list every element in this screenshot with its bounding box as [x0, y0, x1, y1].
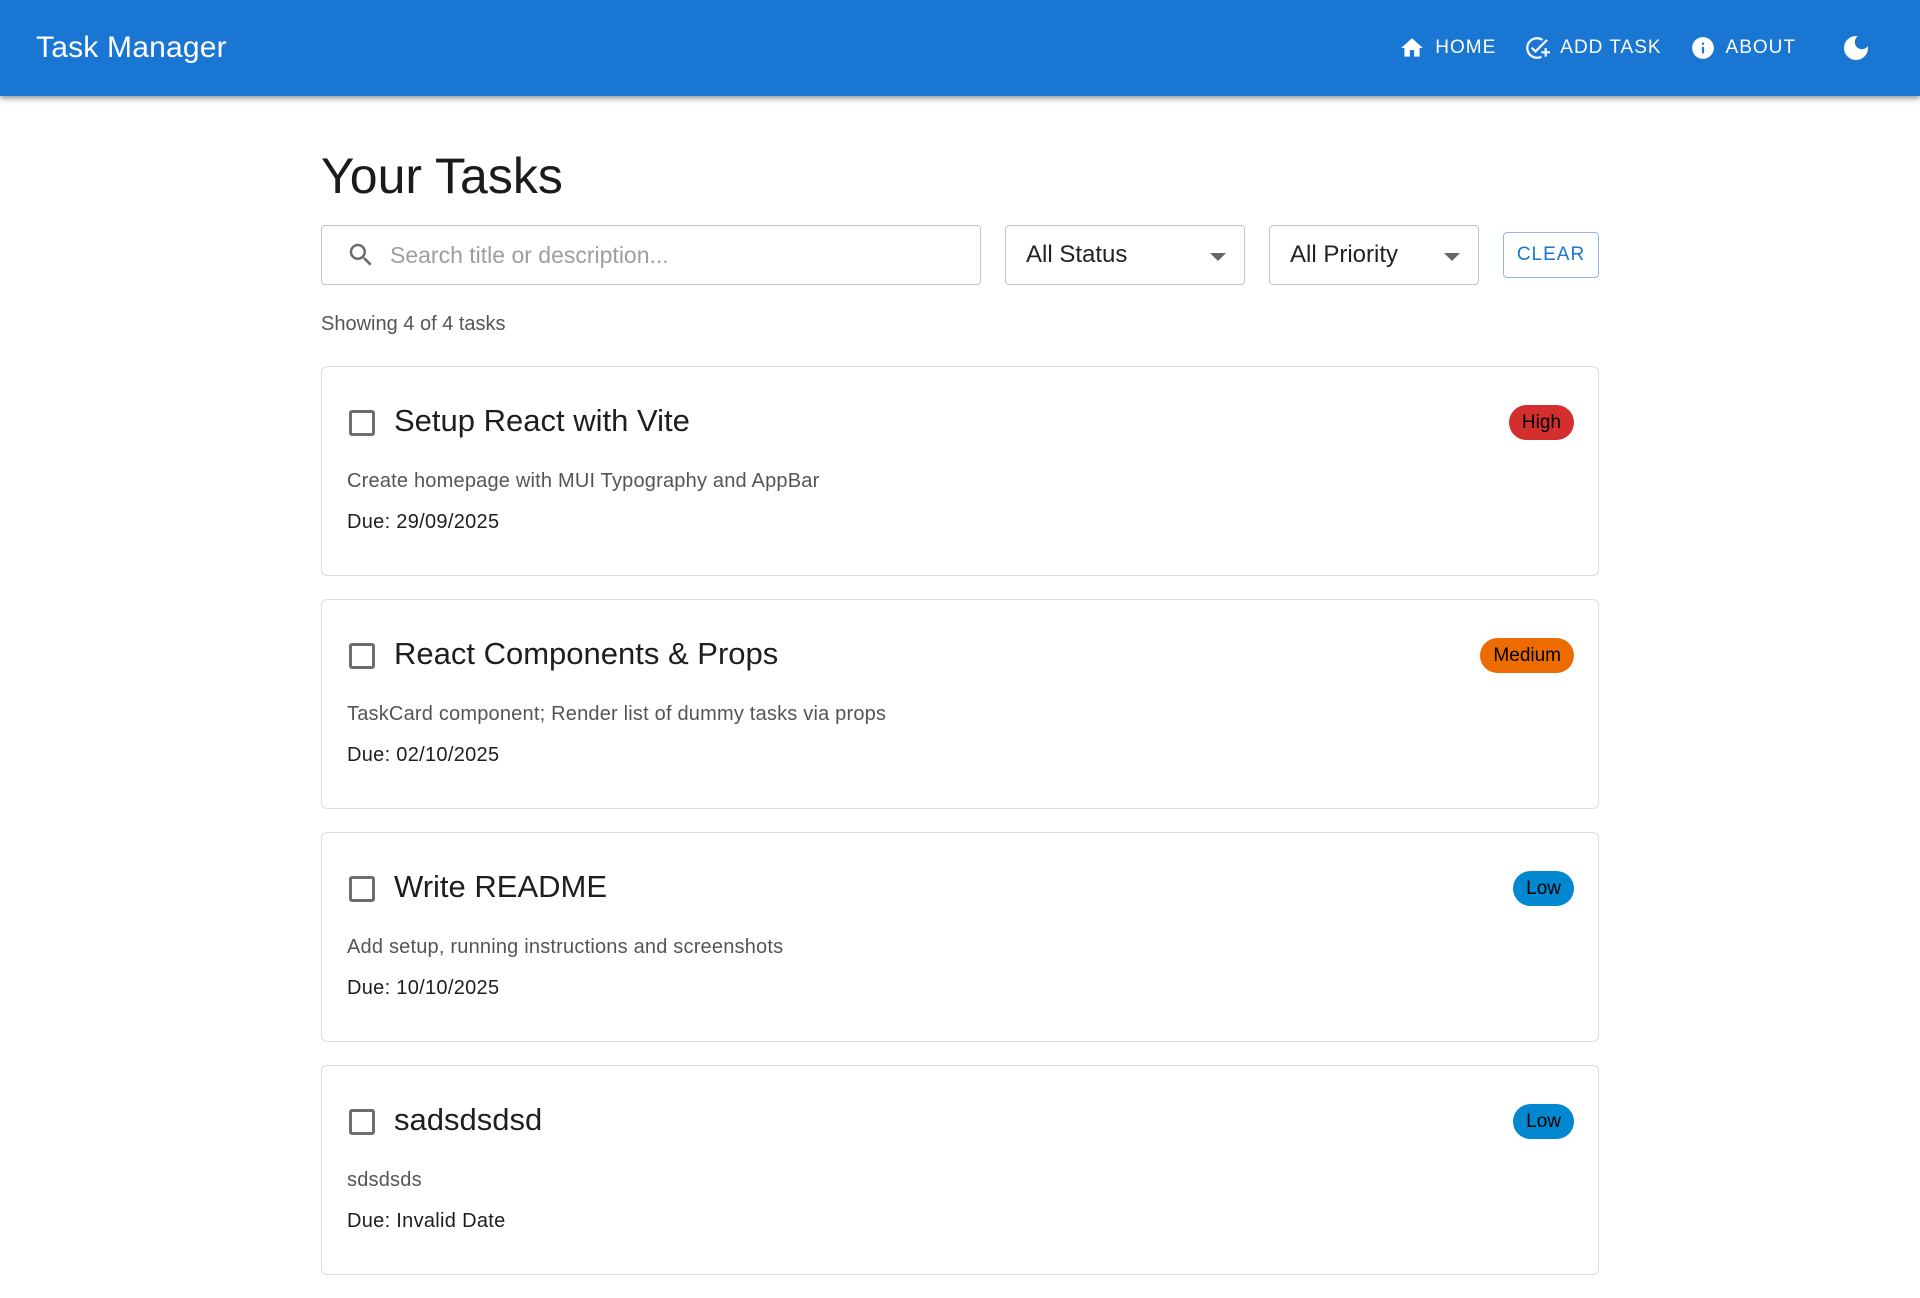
- home-icon: [1401, 38, 1424, 57]
- filter-bar: All Status All Priority CLEAR: [321, 225, 1599, 285]
- dark-mode-icon: [1844, 36, 1868, 60]
- priority-badge: Low: [1513, 871, 1574, 906]
- priority-select-value: All Priority: [1290, 241, 1399, 268]
- info-icon: [1691, 37, 1714, 59]
- search-input[interactable]: [390, 241, 950, 269]
- task-description: Create homepage with MUI Typography and …: [347, 470, 820, 492]
- task-card: Setup React with Vite High Create homepa…: [321, 366, 1599, 576]
- nav-about-button[interactable]: ABOUT: [1678, 25, 1808, 71]
- nav-about-label: ABOUT: [1725, 37, 1796, 58]
- clear-filters-button[interactable]: CLEAR: [1503, 232, 1599, 278]
- priority-badge: High: [1508, 405, 1574, 440]
- page-title: Your Tasks: [321, 148, 563, 204]
- task-due-date: Due: 10/10/2025: [347, 977, 500, 999]
- task-complete-checkbox[interactable]: [349, 643, 375, 669]
- priority-badge: Medium: [1480, 638, 1574, 673]
- theme-toggle-button[interactable]: [1828, 20, 1884, 76]
- top-nav: HOME ADD TASK ABOUT: [1383, 20, 1884, 76]
- nav-add-task-label: ADD TASK: [1560, 37, 1662, 58]
- task-due-date: Due: 02/10/2025: [347, 744, 500, 766]
- task-description: sdsdsds: [347, 1169, 422, 1191]
- task-due-date: Due: 29/09/2025: [347, 511, 500, 533]
- task-complete-checkbox[interactable]: [349, 410, 375, 436]
- task-list: Setup React with Vite High Create homepa…: [321, 366, 1599, 1298]
- search-field[interactable]: [321, 225, 981, 285]
- task-count-text: Showing 4 of 4 tasks: [321, 313, 506, 335]
- app-bar: Task Manager HOME ADD TASK ABOUT: [0, 0, 1920, 96]
- status-select-value: All Status: [1026, 241, 1128, 268]
- task-complete-checkbox[interactable]: [349, 1109, 375, 1135]
- chevron-down-icon: [1210, 253, 1226, 261]
- main-content: Your Tasks All Status All Priority CLEAR…: [321, 96, 1599, 1275]
- task-description: TaskCard component; Render list of dummy…: [347, 703, 887, 725]
- nav-home-label: HOME: [1435, 37, 1497, 58]
- task-title: Write README: [394, 869, 608, 904]
- task-title: Setup React with Vite: [394, 403, 690, 438]
- task-complete-checkbox[interactable]: [349, 876, 375, 902]
- task-card: React Components & Props Medium TaskCard…: [321, 599, 1599, 809]
- task-card: sadsdsdsd Low sdsdsds Due: Invalid Date: [321, 1065, 1599, 1275]
- priority-select[interactable]: All Priority: [1269, 225, 1479, 285]
- app-title: Task Manager: [36, 31, 227, 64]
- status-select[interactable]: All Status: [1005, 225, 1245, 285]
- task-card: Write README Low Add setup, running inst…: [321, 832, 1599, 1042]
- search-icon: [349, 243, 372, 266]
- priority-badge: Low: [1513, 1104, 1574, 1139]
- nav-home-button[interactable]: HOME: [1387, 25, 1508, 71]
- task-title: sadsdsdsd: [394, 1102, 543, 1137]
- add-task-icon: [1526, 37, 1551, 59]
- task-title: React Components & Props: [394, 636, 779, 671]
- task-description: Add setup, running instructions and scre…: [347, 936, 784, 958]
- nav-add-task-button[interactable]: ADD TASK: [1512, 25, 1673, 71]
- chevron-down-icon: [1444, 253, 1460, 261]
- task-due-date: Due: Invalid Date: [347, 1210, 506, 1232]
